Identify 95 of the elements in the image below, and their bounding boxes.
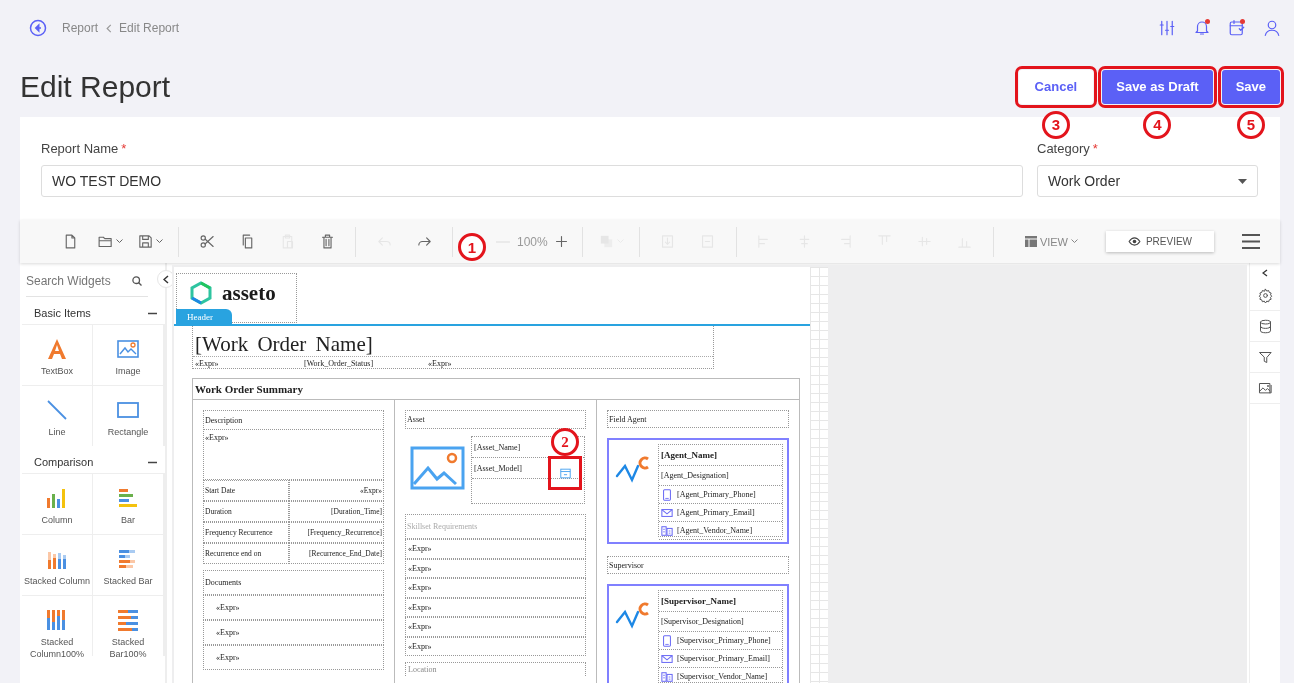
data-field: [Asset_Name] [474, 442, 521, 452]
widget-tile[interactable]: Stacked Column [22, 535, 92, 595]
expression-field: «Expr» [204, 430, 383, 445]
widget-tile[interactable]: Image [93, 325, 163, 385]
menu-icon[interactable] [1242, 234, 1260, 249]
step-number-badge: 4 [1143, 110, 1172, 139]
field-label: Asset [405, 410, 586, 429]
category-dropdown[interactable]: Work Order [1037, 165, 1258, 197]
image-icon [1257, 380, 1273, 396]
caret-icon [156, 239, 163, 244]
user-icon[interactable] [1263, 19, 1281, 37]
expression-field: «Expr» [405, 539, 586, 559]
widget-tile[interactable]: Line [22, 386, 92, 446]
view-menu-button[interactable]: VIEW [1024, 235, 1078, 248]
phone-icon [661, 634, 673, 647]
widget-tile[interactable]: Bar [93, 474, 163, 534]
eye-icon [1127, 237, 1141, 246]
section-heading: Work Order Summary [193, 379, 799, 400]
phone-icon [661, 488, 673, 501]
contact-field: [Supervisor_Primary_Phone] [677, 636, 771, 645]
step-number-badge: 3 [1041, 110, 1070, 139]
hexagon-logo-icon [189, 281, 213, 305]
envelope-icon [661, 506, 673, 519]
field-label: Supervisor [607, 556, 789, 574]
expression-field: «Expr» [426, 359, 550, 368]
window-icon[interactable] [559, 467, 571, 479]
widget-tile[interactable]: Column [22, 474, 92, 534]
expression-field: «Expr» [193, 359, 302, 368]
name-field: [Supervisor_Name] [659, 591, 782, 612]
caret-icon [116, 239, 123, 244]
expression-field: «Expr» [405, 578, 586, 598]
data-field: [Asset_Model] [474, 463, 522, 473]
expression-field: «Expr» [405, 636, 586, 656]
field-label: Category [1037, 141, 1090, 156]
building-icon [661, 670, 673, 683]
database-icon [1257, 318, 1273, 334]
report-name-field[interactable]: WO TEST DEMO [41, 165, 1023, 197]
expression-field: «Expr» [405, 617, 586, 637]
expression-field: «Expr» [405, 597, 586, 617]
expression-field: [Work_Order_Status] [302, 359, 426, 368]
designation-field: [Supervisor_Designation] [659, 612, 782, 632]
chevron-left-icon [1262, 269, 1268, 277]
bell-icon[interactable] [1193, 19, 1211, 37]
field-label: Field Agent [607, 410, 789, 428]
filter-icon [1257, 349, 1273, 365]
search-icon [132, 276, 142, 286]
widget-tile[interactable]: Stacked Bar [93, 535, 163, 595]
calendar-check-icon[interactable] [1228, 19, 1246, 37]
contact-field: [Agent_Primary_Email] [677, 508, 755, 517]
required-mark: * [121, 141, 127, 156]
contact-field: [Supervisor_Vendor_Name] [677, 672, 768, 681]
report-title: [Work Order Name] [195, 332, 373, 357]
image-icon [116, 337, 140, 361]
contact-field: [Agent_Vendor_Name] [677, 526, 753, 535]
chevron-left-icon [163, 274, 169, 284]
expression-field: «Expr» [203, 645, 384, 670]
image-icon [410, 446, 465, 490]
designation-field: [Agent_Designation] [659, 466, 782, 486]
settings-icon [1257, 287, 1273, 303]
page-title: Edit Report [20, 69, 171, 104]
expression-field: «Expr» [203, 595, 384, 620]
bar-chart-icon [116, 486, 140, 510]
field-label: Location [405, 662, 586, 676]
step-number-badge: 2 [551, 428, 579, 456]
layout-icon [1024, 236, 1037, 247]
field-label: Documents [203, 570, 384, 595]
field-label: Description [204, 411, 383, 430]
logo-text: asseto [222, 280, 276, 306]
widget-tile[interactable]: TextBox [22, 325, 92, 385]
sliders-icon[interactable] [1158, 19, 1176, 37]
envelope-icon [661, 652, 673, 665]
building-icon [661, 524, 673, 537]
widget-tile[interactable]: Rectangle [93, 386, 163, 446]
contact-field: [Supervisor_Primary_Email] [677, 654, 770, 663]
contact-field: [Agent_Primary_Phone] [677, 490, 756, 499]
chevron-icon [105, 23, 113, 33]
widget-tile[interactable]: Stacked Column100% [22, 596, 92, 656]
preview-button[interactable]: PREVIEW [1106, 231, 1214, 252]
expression-field: «Expr» [405, 558, 586, 578]
expression-field: «Expr» [203, 620, 384, 645]
letter-a-icon [45, 337, 69, 361]
widget-tile[interactable]: Stacked Bar100% [93, 596, 163, 656]
caret-icon [1071, 239, 1078, 244]
step-number-badge: 5 [1236, 110, 1265, 139]
zoom-level: 100% [516, 234, 549, 249]
name-field: [Agent_Name] [659, 445, 782, 466]
diagonal-line-icon [45, 398, 69, 422]
full-stacked-bar-chart-icon [116, 608, 140, 632]
breadcrumb-current: Edit Report [119, 21, 180, 35]
caret-down-icon[interactable] [1238, 178, 1247, 184]
required-mark: * [1092, 141, 1098, 156]
back-icon[interactable] [29, 19, 47, 37]
search-field[interactable]: Search Widgets [26, 274, 116, 288]
field-label: Report Name [41, 141, 119, 156]
field-label: Skillset Requirements [405, 514, 586, 539]
